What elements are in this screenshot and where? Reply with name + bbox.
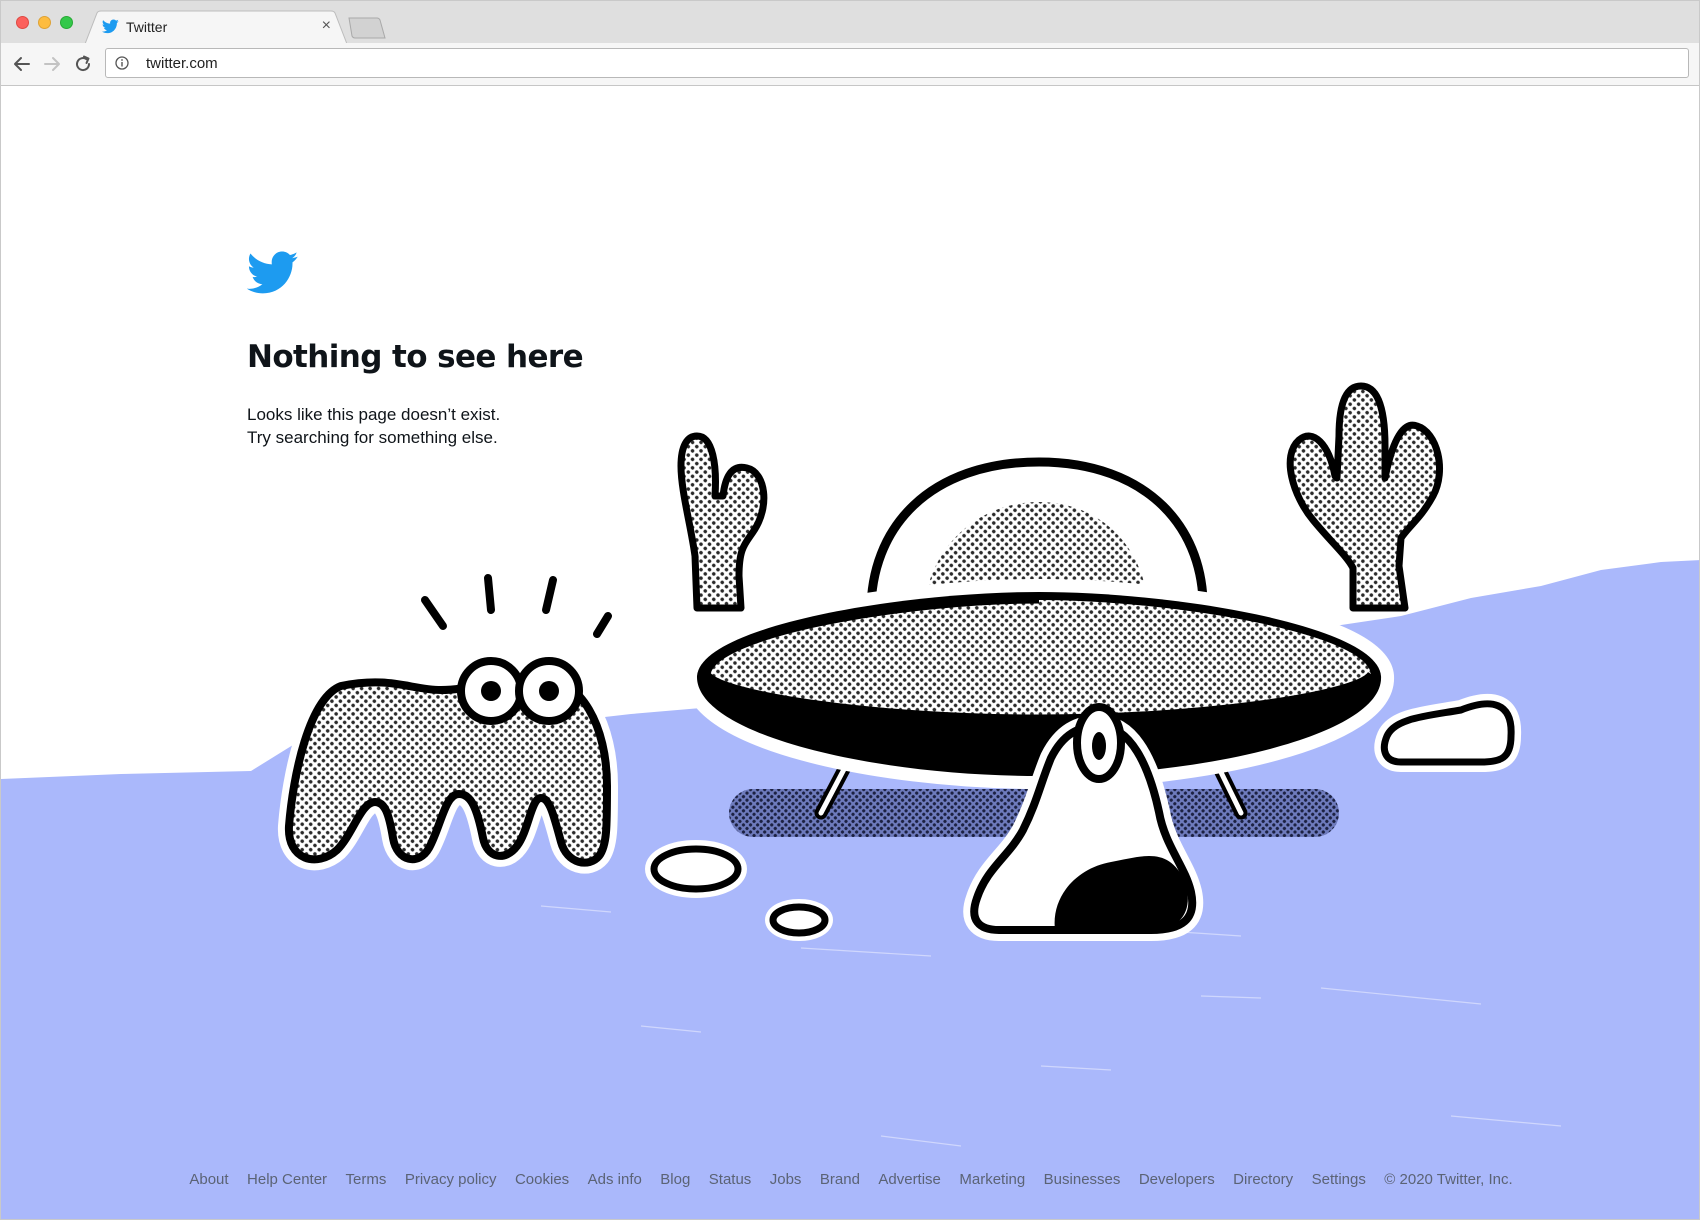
blob-creature [278,574,618,874]
footer-link-cookies[interactable]: Cookies [515,1171,569,1188]
page-title: Nothing to see here [247,339,584,375]
rock-right [1374,693,1522,772]
cactus-right [1286,382,1443,612]
tab-twitter[interactable]: Twitter × [85,10,347,44]
footer-link-settings[interactable]: Settings [1312,1171,1366,1188]
footer-link-ads-info[interactable]: Ads info [588,1171,642,1188]
footer-link-advertise[interactable]: Advertise [878,1171,941,1188]
footer-link-terms[interactable]: Terms [346,1171,387,1188]
new-tab-button[interactable] [347,17,387,39]
rock-tiny [765,899,833,941]
cactus-left [677,432,768,612]
tab-title: Twitter [126,19,168,35]
footer-link-businesses[interactable]: Businesses [1044,1171,1121,1188]
address-bar[interactable]: twitter.com [105,48,1689,78]
browser-window: Twitter × twitter.com Nothing to see her… [0,0,1700,1220]
footer-link-developers[interactable]: Developers [1139,1171,1215,1188]
ufo-saucer [684,579,1394,789]
minimize-window-button[interactable] [38,16,51,29]
info-icon[interactable] [115,56,129,70]
footer-link-blog[interactable]: Blog [660,1171,690,1188]
twitter-bird-icon [102,19,119,34]
close-window-button[interactable] [16,16,29,29]
footer-link-status[interactable]: Status [709,1171,752,1188]
browser-toolbar: twitter.com [1,43,1699,86]
footer-link-marketing[interactable]: Marketing [959,1171,1025,1188]
reload-icon[interactable] [73,54,93,74]
tab-bar: Twitter × [1,1,1699,44]
back-arrow-icon[interactable] [12,54,32,74]
footer-link-jobs[interactable]: Jobs [770,1171,802,1188]
rock-small [645,840,747,898]
footer-link-privacy-policy[interactable]: Privacy policy [405,1171,497,1188]
error-message: Looks like this page doesn’t exist. Try … [247,403,500,449]
url-text: twitter.com [146,55,218,72]
error-line-2: Try searching for something else. [247,428,498,447]
page-viewport: Nothing to see here Looks like this page… [1,86,1699,1219]
footer-link-help-center[interactable]: Help Center [247,1171,327,1188]
footer-link-brand[interactable]: Brand [820,1171,860,1188]
twitter-logo-icon[interactable] [247,251,299,295]
maximize-window-button[interactable] [60,16,73,29]
footer-copyright: © 2020 Twitter, Inc. [1384,1171,1513,1188]
tab-close-icon[interactable]: × [322,17,331,35]
error-line-1: Looks like this page doesn’t exist. [247,405,501,424]
forward-arrow-icon[interactable] [42,54,62,74]
footer-nav: About Help Center Terms Privacy policy C… [1,1171,1699,1189]
footer-link-directory[interactable]: Directory [1233,1171,1293,1188]
footer-link-about[interactable]: About [189,1171,228,1188]
